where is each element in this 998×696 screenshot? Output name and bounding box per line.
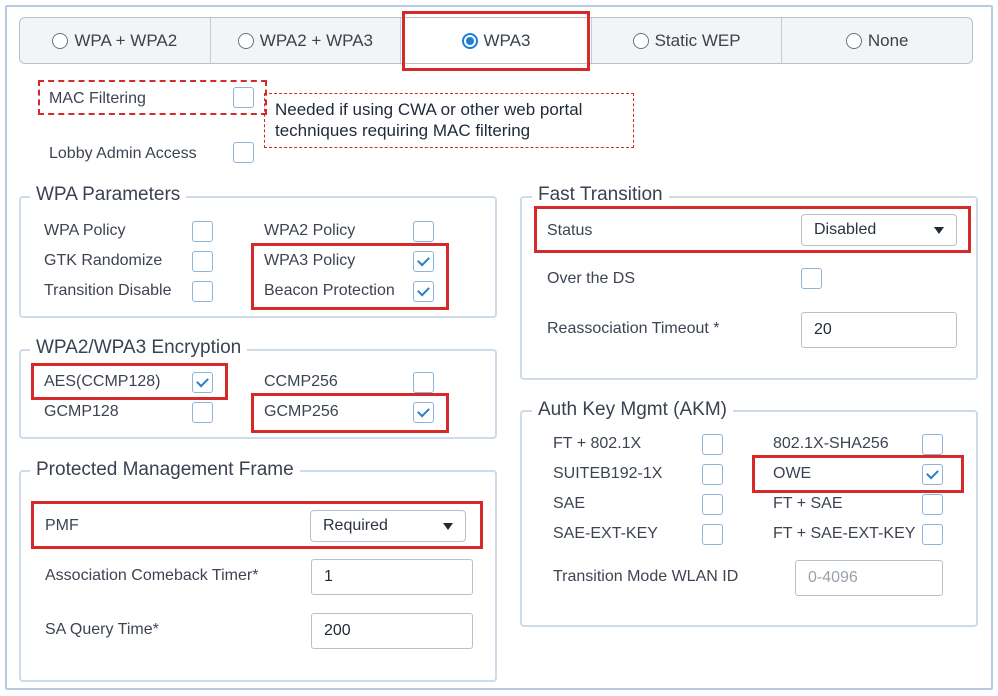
highlight-ft-status (534, 206, 971, 253)
tab-label: WPA2 + WPA3 (259, 30, 373, 50)
wpa-parameters-title: WPA Parameters (30, 184, 187, 206)
radio-icon (845, 32, 862, 49)
lobby-admin-checkbox[interactable] (233, 142, 254, 163)
tab-label: WPA + WPA2 (74, 30, 178, 50)
wpa-policy-checkbox[interactable] (192, 221, 213, 242)
tab-wpa-wpa2[interactable]: WPA + WPA2 (20, 18, 211, 63)
8021x-sha256-label: 802.1X-SHA256 (773, 435, 889, 452)
reassociation-timeout-label: Reassociation Timeout * (547, 320, 720, 337)
comeback-timer-input[interactable]: 1 (311, 559, 473, 595)
ft-sae-label: FT + SAE (773, 495, 843, 512)
gtk-randomize-label: GTK Randomize (44, 252, 163, 269)
highlight-gcmp256 (251, 393, 449, 433)
sa-query-time-label: SA Query Time* (45, 621, 159, 638)
tab-label: Static WEP (654, 30, 741, 50)
transition-disable-label: Transition Disable (44, 282, 172, 299)
ft-sae-checkbox[interactable] (922, 494, 943, 515)
highlight-pmf (31, 501, 483, 549)
suiteb192-checkbox[interactable] (702, 464, 723, 485)
comeback-timer-label: Association Comeback Timer* (45, 567, 259, 584)
highlight-wpa3-beacon (251, 243, 449, 310)
sae-ext-key-checkbox[interactable] (702, 524, 723, 545)
ccmp256-checkbox[interactable] (413, 372, 434, 393)
pmf-title: Protected Management Frame (30, 459, 300, 481)
encryption-title: WPA2/WPA3 Encryption (30, 337, 248, 359)
ccmp256-label: CCMP256 (264, 373, 338, 390)
radio-icon (52, 32, 69, 49)
wpa2-policy-checkbox[interactable] (413, 221, 434, 242)
wpa-policy-label: WPA Policy (44, 222, 126, 239)
highlight-owe (752, 455, 964, 493)
ft-sae-ext-key-checkbox[interactable] (922, 524, 943, 545)
sa-query-time-input[interactable]: 200 (311, 613, 473, 649)
tab-static-wep[interactable]: Static WEP (592, 18, 783, 63)
sae-ext-key-label: SAE-EXT-KEY (553, 525, 658, 542)
highlight-mac-filtering (38, 80, 267, 115)
reassociation-timeout-input[interactable]: 20 (801, 312, 957, 348)
lobby-admin-label: Lobby Admin Access (49, 145, 197, 162)
suiteb192-label: SUITEB192-1X (553, 465, 663, 482)
fast-transition-title: Fast Transition (532, 184, 669, 206)
tab-wpa2-wpa3[interactable]: WPA2 + WPA3 (211, 18, 402, 63)
gcmp128-label: GCMP128 (44, 403, 119, 420)
highlight-wpa3-tab (402, 11, 590, 71)
ft-8021x-checkbox[interactable] (702, 434, 723, 455)
over-the-ds-label: Over the DS (547, 270, 636, 287)
transition-mode-wlan-id-label: Transition Mode WLAN ID (553, 568, 739, 585)
tab-label: None (867, 30, 909, 50)
ft-8021x-label: FT + 802.1X (553, 435, 642, 452)
akm-title: Auth Key Mgmt (AKM) (532, 399, 733, 421)
gcmp128-checkbox[interactable] (192, 402, 213, 423)
transition-disable-checkbox[interactable] (192, 281, 213, 302)
over-the-ds-checkbox[interactable] (801, 268, 822, 289)
mac-filtering-note: Needed if using CWA or other web portal … (264, 93, 634, 148)
radio-icon (237, 32, 254, 49)
tab-none[interactable]: None (782, 18, 972, 63)
sae-label: SAE (553, 495, 586, 512)
radio-icon (632, 32, 649, 49)
highlight-aes-ccmp128 (31, 363, 228, 400)
gtk-randomize-checkbox[interactable] (192, 251, 213, 272)
ft-sae-ext-key-label: FT + SAE-EXT-KEY (773, 525, 916, 542)
transition-mode-wlan-id-input[interactable]: 0-4096 (795, 560, 943, 596)
sae-checkbox[interactable] (702, 494, 723, 515)
wpa2-policy-label: WPA2 Policy (264, 222, 356, 239)
8021x-sha256-checkbox[interactable] (922, 434, 943, 455)
